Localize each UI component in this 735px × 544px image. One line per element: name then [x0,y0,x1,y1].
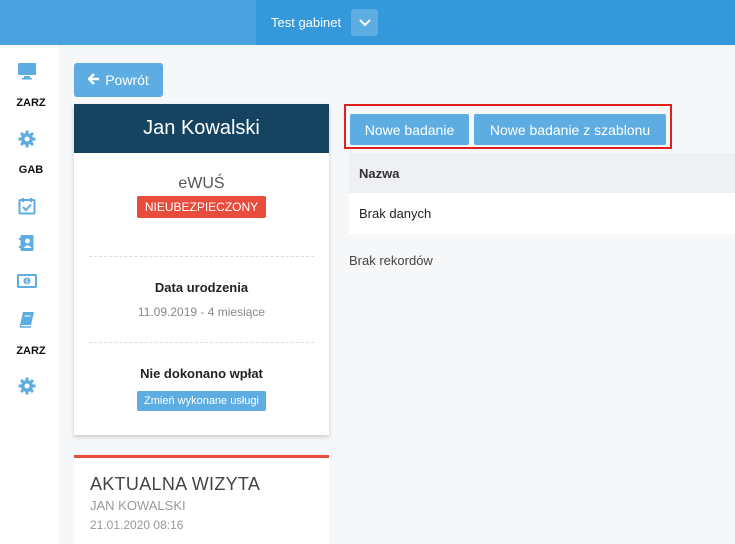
contact-book-icon[interactable] [17,233,37,253]
table-row: Brak danych [349,193,735,234]
change-services-button[interactable]: Zmień wykonane usługi [137,391,266,411]
actions-highlight: Nowe badanie Nowe badanie z szablonu [344,104,672,149]
book-icon[interactable] [17,309,37,329]
monitor-icon[interactable] [17,61,37,81]
sidebar-label-zarz: ZARZ [16,97,46,109]
calendar-check-icon[interactable] [17,196,37,216]
sidebar-label-zarz-2: ZARZ [16,345,46,357]
gear-icon[interactable] [17,129,37,149]
column-header-nazwa[interactable]: Nazwa [349,153,735,193]
top-bar-logo-area [0,0,256,45]
ewus-status-badge: NIEUBEZPIECZONY [136,196,267,218]
dob-value: 11.09.2019 - 4 miesiące [137,305,266,319]
ewus-label: eWUŚ [178,175,225,192]
new-exam-button[interactable]: Nowe badanie [350,114,469,145]
patient-card: Jan Kowalski eWUŚ NIEUBEZPIECZONY Data u… [74,104,329,435]
new-exam-template-button[interactable]: Nowe badanie z szablonu [474,114,666,145]
patient-name: Jan Kowalski [74,104,329,153]
visit-title: AKTUALNA WIZYTA [90,474,261,494]
current-visit-card: AKTUALNA WIZYTA JAN KOWALSKI 21.01.2020 … [74,455,329,544]
no-records-text: Brak rekordów [349,253,433,268]
payments-title: Nie dokonano wpłat [140,366,263,381]
back-button-label: Powrót [105,72,149,88]
clinic-selector[interactable]: Test gabinet [256,0,379,45]
clinic-name: Test gabinet [271,15,342,30]
money-icon[interactable]: $ [17,271,37,291]
back-button[interactable]: Powrót [74,63,163,97]
svg-text:$: $ [25,279,29,286]
gear-icon[interactable] [17,376,37,396]
sidebar: ZARZ GAB $ ZARZ [0,45,58,544]
exams-table: Nazwa Brak danych [349,153,735,234]
top-bar: Test gabinet [0,0,735,45]
dob-title: Data urodzenia [154,280,249,295]
sidebar-label-gab: GAB [18,164,44,176]
arrow-left-icon [87,72,100,88]
visit-datetime: 21.01.2020 08:16 [90,518,184,532]
visit-patient-name: JAN KOWALSKI [90,498,186,513]
chevron-down-icon[interactable] [351,9,379,36]
